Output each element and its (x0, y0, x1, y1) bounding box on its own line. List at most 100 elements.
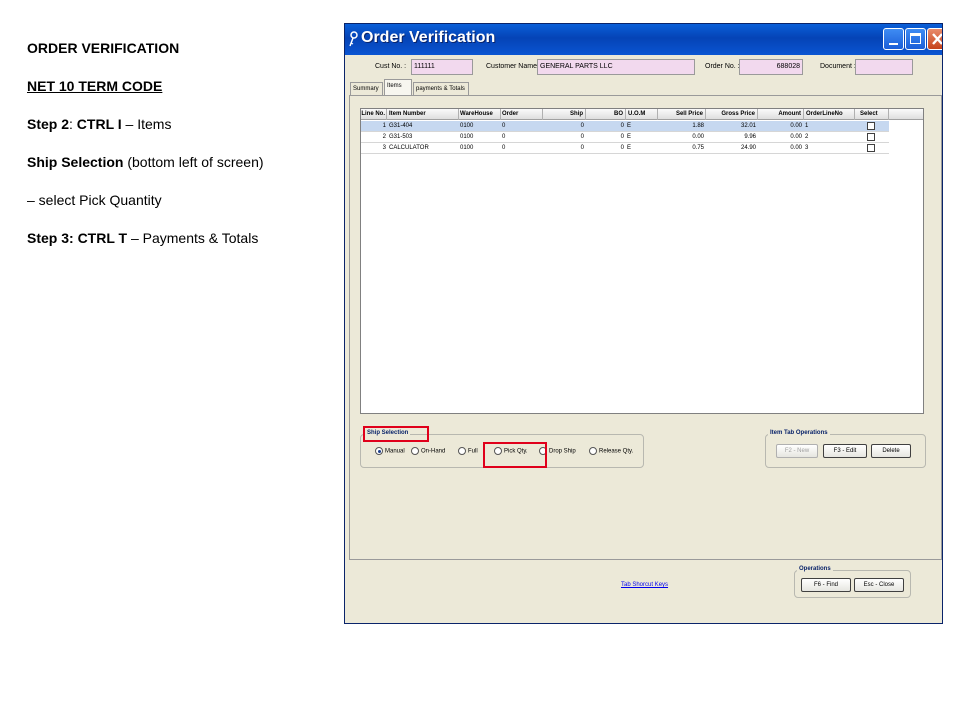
select-checkbox[interactable] (867, 133, 875, 141)
new-button[interactable]: F2 - New (776, 444, 818, 458)
items-grid[interactable]: Line No. Item Number WareHouse Order Shi… (360, 108, 924, 414)
close-icon (932, 33, 942, 45)
cell-uom: E (627, 134, 632, 140)
cell-ship[interactable]: 0 (543, 143, 586, 153)
order-verification-window: Order Verification Cust No. : 111111 Cus… (344, 23, 943, 624)
close-button[interactable] (927, 28, 942, 50)
cell-ship[interactable]: 0 (543, 132, 586, 142)
cell-warehouse: 0100 (460, 123, 474, 129)
col-item-number[interactable]: Item Number (387, 109, 459, 120)
item-tab-operations-title: Item Tab Operations (768, 430, 830, 436)
step2-prefix: Step 2 (27, 116, 70, 132)
pick-qty-line: – select Pick Quantity (27, 192, 162, 208)
ship-selection-line: Ship Selection (bottom left of screen) (27, 154, 264, 170)
cell-gross-price: 24.90 (740, 145, 756, 151)
tab-items[interactable]: Items (384, 79, 412, 95)
radio-label: On-Hand (421, 448, 446, 455)
radio-label: Drop Ship (549, 448, 576, 455)
document-field[interactable] (855, 59, 913, 75)
cell-amount: 0.00 (790, 145, 802, 151)
col-select[interactable]: Select (855, 109, 889, 120)
radio-dot (411, 447, 419, 455)
tab-summary[interactable]: Summary (350, 82, 383, 95)
step3-line: Step 3: CTRL T – Payments & Totals (27, 230, 258, 246)
cell-ship[interactable]: 0 (543, 121, 586, 131)
col-order[interactable]: Order (501, 109, 543, 120)
item-tab-operations-group: Item Tab Operations F2 - New F3 - Edit D… (765, 430, 926, 468)
col-ship[interactable]: Ship (543, 109, 586, 120)
radio-manual[interactable]: Manual (375, 447, 405, 455)
step2-sep: : (69, 116, 77, 132)
key-icon (349, 31, 358, 47)
title-bar[interactable]: Order Verification (345, 24, 942, 55)
order-no-field[interactable]: 688028 (739, 59, 803, 75)
cell-item-number: CALCULATOR (389, 145, 429, 151)
radio-label: Full (468, 448, 478, 455)
col-warehouse[interactable]: WareHouse (459, 109, 501, 120)
radio-full[interactable]: Full (458, 447, 478, 455)
cell-uom: E (627, 145, 632, 151)
close-window-button[interactable]: Esc - Close (854, 578, 904, 592)
cell-warehouse: 0100 (460, 145, 474, 151)
tab-shortcut-keys-link[interactable]: Tab Shorcut Keys (621, 582, 668, 588)
col-orderlineno[interactable]: OrderLineNo (804, 109, 855, 120)
header-fields: Cust No. : 111111 Customer Name : GENERA… (345, 59, 942, 77)
term-code: NET 10 TERM CODE (27, 78, 163, 94)
select-checkbox[interactable] (867, 144, 875, 152)
radio-dot (458, 447, 466, 455)
radio-on-hand[interactable]: On-Hand (411, 447, 445, 455)
customer-name-label: Customer Name : (486, 63, 541, 70)
cell-sell-price: 1.88 (692, 123, 704, 129)
document-label: Document : (820, 63, 856, 70)
cell-amount: 0.00 (790, 123, 802, 129)
order-no-label: Order No. : (705, 63, 740, 70)
cell-order: 0 (502, 123, 506, 129)
radio-dot (375, 447, 383, 455)
radio-label: Manual (385, 448, 405, 455)
cell-order: 0 (502, 145, 506, 151)
tab-payments-totals[interactable]: payments & Totals (413, 82, 469, 95)
table-row[interactable]: 3 CALCULATOR 0100 0 0 0 E 0.75 24.90 0.0… (361, 143, 889, 154)
col-line-no[interactable]: Line No. (361, 109, 387, 120)
cell-line-no: 2 (382, 134, 386, 140)
customer-name-field[interactable]: GENERAL PARTS LLC (537, 59, 695, 75)
table-row[interactable]: 2 G31-503 0100 0 0 0 E 0.00 9.96 0.00 2 (361, 132, 889, 143)
col-amount[interactable]: Amount (758, 109, 804, 120)
cell-order: 0 (502, 134, 506, 140)
highlight-ship-selection (363, 426, 429, 442)
find-button[interactable]: F6 - Find (801, 578, 851, 592)
col-sell-price[interactable]: Sell Price (658, 109, 706, 120)
cell-amount: 0.00 (790, 134, 802, 140)
col-bo[interactable]: BO (586, 109, 626, 120)
maximize-button[interactable] (905, 28, 926, 50)
heading-order-verification: ORDER VERIFICATION (27, 40, 180, 56)
radio-label: Release Qty. (599, 448, 634, 455)
cell-gross-price: 9.96 (744, 134, 756, 140)
minimize-button[interactable] (883, 28, 904, 50)
cell-item-number: G31-503 (389, 134, 413, 140)
col-uom[interactable]: U.O.M (626, 109, 658, 120)
cell-sell-price: 0.00 (692, 134, 704, 140)
cell-line-no: 3 (382, 145, 386, 151)
cell-gross-price: 32.01 (740, 123, 756, 129)
delete-button[interactable]: Delete (871, 444, 911, 458)
cell-bo: 0 (620, 145, 624, 151)
radio-release-qty[interactable]: Release Qty. (589, 447, 633, 455)
step2-key: CTRL I (76, 116, 122, 132)
operations-group: Operations F6 - Find Esc - Close (794, 566, 911, 598)
step2-rest: – Items (121, 116, 172, 132)
cell-uom: E (627, 123, 632, 129)
cell-orderlineno: 3 (805, 145, 809, 151)
step2-line: Step 2: CTRL I – Items (27, 116, 171, 132)
cell-line-no: 1 (382, 123, 386, 129)
cell-orderlineno: 2 (805, 134, 809, 140)
cust-no-field[interactable]: 111111 (411, 59, 473, 75)
select-checkbox[interactable] (867, 122, 875, 130)
radio-dot (589, 447, 597, 455)
col-gross-price[interactable]: Gross Price (706, 109, 758, 120)
cell-sell-price: 0.75 (692, 145, 704, 151)
table-row[interactable]: 1 G31-404 0100 0 0 0 E 1.88 32.01 0.00 1 (361, 121, 889, 132)
edit-button[interactable]: F3 - Edit (823, 444, 867, 458)
items-tab-panel: Line No. Item Number WareHouse Order Shi… (349, 95, 942, 560)
maximize-icon (910, 33, 921, 44)
